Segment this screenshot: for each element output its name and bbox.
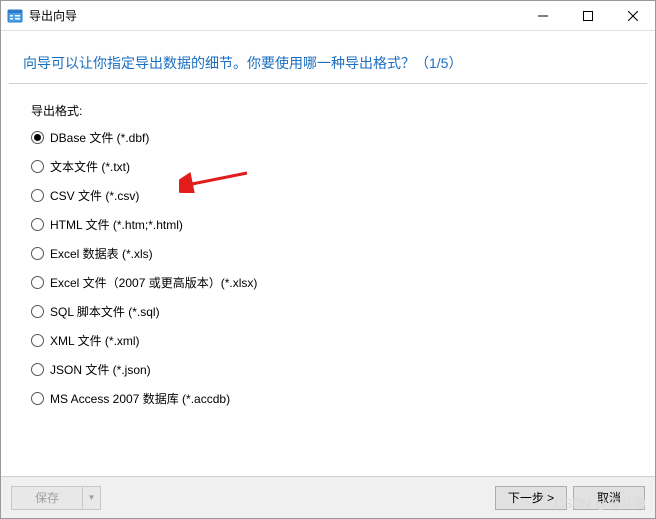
minimize-button[interactable]: [520, 1, 565, 30]
save-button[interactable]: 保存: [11, 486, 83, 510]
radio-icon: [31, 305, 44, 318]
close-button[interactable]: [610, 1, 655, 30]
export-format-section: 导出格式: DBase 文件 (*.dbf) 文本文件 (*.txt) CSV …: [1, 102, 655, 407]
format-option-dbase[interactable]: DBase 文件 (*.dbf): [31, 129, 625, 146]
radio-label: MS Access 2007 数据库 (*.accdb): [50, 390, 230, 407]
radio-label: JSON 文件 (*.json): [50, 361, 151, 378]
radio-label: XML 文件 (*.xml): [50, 332, 140, 349]
content-area: 向导可以让你指定导出数据的细节。你要使用哪一种导出格式？（1/5） 导出格式: …: [1, 31, 655, 476]
chevron-down-icon: ▼: [88, 493, 96, 502]
radio-label: SQL 脚本文件 (*.sql): [50, 303, 160, 320]
radio-icon: [31, 334, 44, 347]
radio-label: HTML 文件 (*.htm;*.html): [50, 216, 183, 233]
window-controls: [520, 1, 655, 30]
divider: [9, 83, 647, 84]
next-button-label: 下一步 >: [508, 489, 554, 506]
radio-label: 文本文件 (*.txt): [50, 158, 130, 175]
radio-icon: [31, 363, 44, 376]
format-option-csv[interactable]: CSV 文件 (*.csv): [31, 187, 625, 204]
radio-label: Excel 文件（2007 或更高版本）(*.xlsx): [50, 274, 257, 291]
titlebar: 导出向导: [1, 1, 655, 31]
radio-icon: [31, 392, 44, 405]
format-option-json[interactable]: JSON 文件 (*.json): [31, 361, 625, 378]
save-button-label: 保存: [35, 489, 59, 506]
export-format-label: 导出格式:: [31, 102, 625, 119]
export-wizard-window: 导出向导 向导可以让你指定导出数据的细节。你要使用哪一种导出格式？（1/5） 导…: [0, 0, 656, 519]
format-option-sql[interactable]: SQL 脚本文件 (*.sql): [31, 303, 625, 320]
radio-icon: [31, 160, 44, 173]
cancel-button-label: 取消: [597, 489, 621, 506]
radio-icon: [31, 131, 44, 144]
wizard-footer: 保存 ▼ 下一步 > 取消: [1, 476, 655, 518]
window-title: 导出向导: [29, 7, 520, 24]
cancel-button[interactable]: 取消: [573, 486, 645, 510]
radio-label: Excel 数据表 (*.xls): [50, 245, 153, 262]
radio-label: DBase 文件 (*.dbf): [50, 129, 149, 146]
radio-icon: [31, 247, 44, 260]
format-option-accdb[interactable]: MS Access 2007 数据库 (*.accdb): [31, 390, 625, 407]
format-radio-group: DBase 文件 (*.dbf) 文本文件 (*.txt) CSV 文件 (*.…: [31, 129, 625, 407]
footer-left: 保存 ▼: [11, 486, 101, 510]
next-button[interactable]: 下一步 >: [495, 486, 567, 510]
app-icon: [7, 8, 23, 24]
format-option-xls[interactable]: Excel 数据表 (*.xls): [31, 245, 625, 262]
footer-right: 下一步 > 取消: [495, 486, 645, 510]
maximize-button[interactable]: [565, 1, 610, 30]
radio-icon: [31, 218, 44, 231]
radio-label: CSV 文件 (*.csv): [50, 187, 139, 204]
radio-icon: [31, 189, 44, 202]
save-dropdown-button[interactable]: ▼: [83, 486, 101, 510]
format-option-xlsx[interactable]: Excel 文件（2007 或更高版本）(*.xlsx): [31, 274, 625, 291]
format-option-html[interactable]: HTML 文件 (*.htm;*.html): [31, 216, 625, 233]
format-option-xml[interactable]: XML 文件 (*.xml): [31, 332, 625, 349]
wizard-heading: 向导可以让你指定导出数据的细节。你要使用哪一种导出格式？（1/5）: [1, 31, 655, 83]
radio-icon: [31, 276, 44, 289]
format-option-txt[interactable]: 文本文件 (*.txt): [31, 158, 625, 175]
